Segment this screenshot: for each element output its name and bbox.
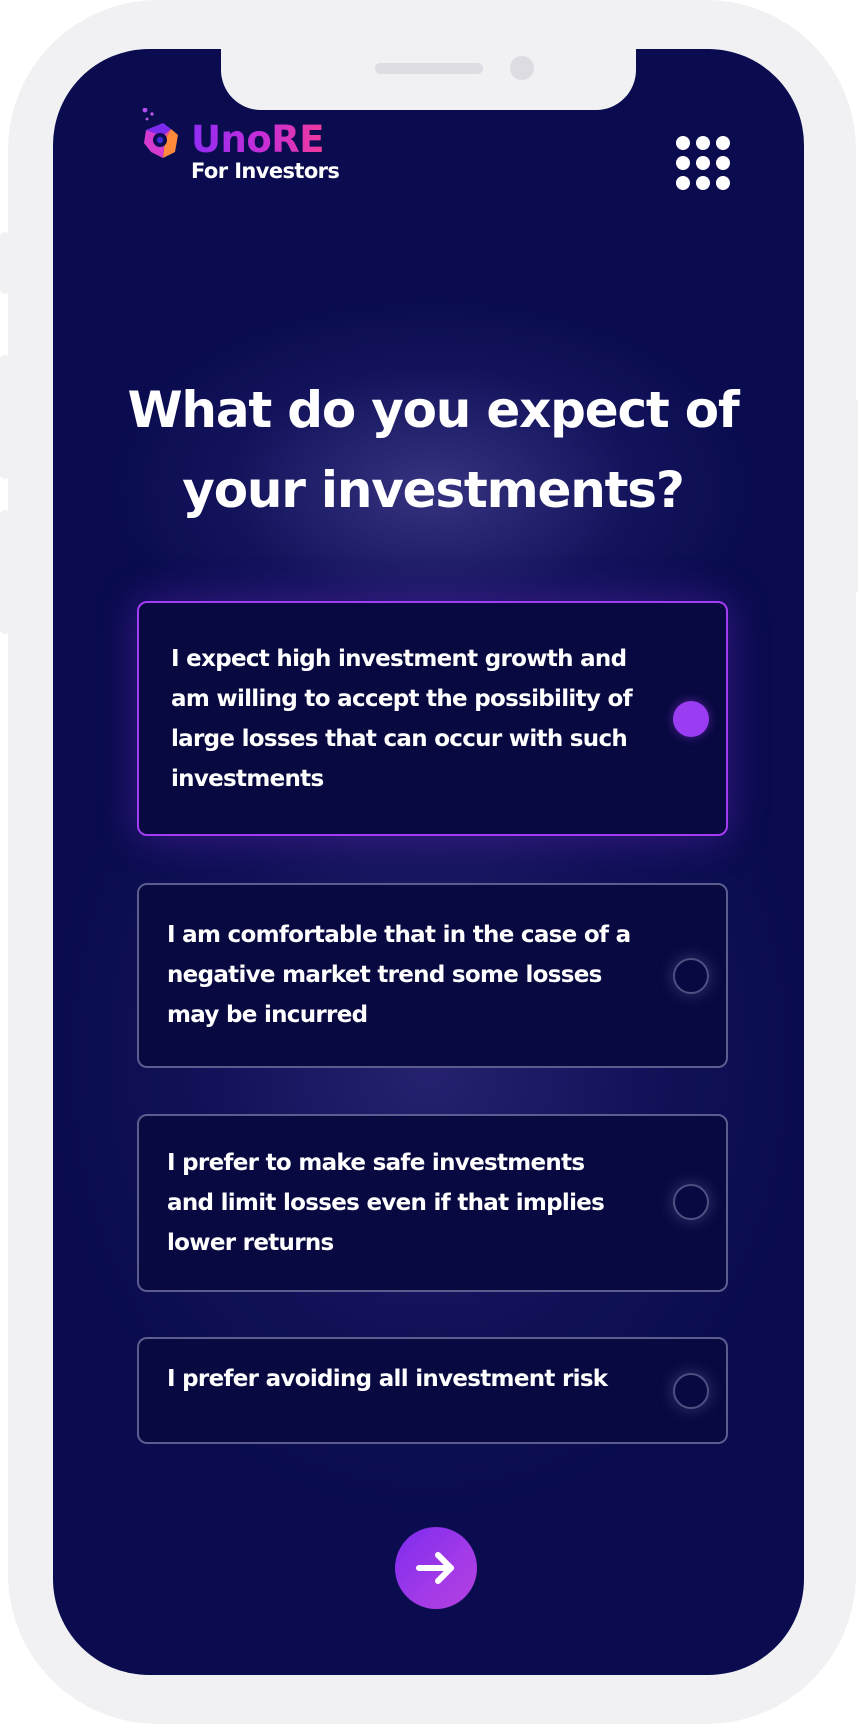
- option-label-line: I prefer avoiding all investment risk: [167, 1366, 608, 1392]
- phone-side-button: [0, 232, 10, 294]
- grid-dot: [716, 176, 730, 190]
- option-label: I am comfortable that in the case of a n…: [167, 915, 637, 1035]
- question-line: What do you expect of: [127, 381, 739, 439]
- logo-mark-icon: [142, 108, 178, 158]
- radio-unselected[interactable]: [673, 1184, 709, 1220]
- grid-dot: [696, 176, 710, 190]
- radio-unselected[interactable]: [673, 1373, 709, 1409]
- phone-side-button: [0, 355, 10, 479]
- option-safe-investments[interactable]: I prefer to make safe investments and li…: [137, 1114, 728, 1292]
- option-label-line: lower returns: [167, 1230, 334, 1256]
- speaker-grille: [375, 63, 483, 74]
- option-label-line: large losses that can occur with such: [171, 726, 628, 752]
- phone-notch: [221, 49, 636, 110]
- arrow-right-icon: [416, 1552, 454, 1584]
- option-label-line: I expect high investment growth and: [171, 646, 627, 672]
- next-button[interactable]: [395, 1527, 477, 1609]
- question-line: your investments?: [182, 461, 685, 519]
- grid-dot: [696, 156, 710, 170]
- logo-title: UnoRE: [191, 118, 325, 161]
- grid-dot: [676, 156, 690, 170]
- grid-dot: [716, 156, 730, 170]
- phone-side-button: [848, 398, 858, 594]
- logo-subtitle: For Investors: [191, 159, 340, 183]
- option-high-growth[interactable]: I expect high investment growth and am w…: [137, 601, 728, 836]
- option-label: I prefer avoiding all investment risk: [167, 1359, 637, 1399]
- radio-selected[interactable]: [673, 701, 709, 737]
- radio-unselected[interactable]: [673, 958, 709, 994]
- grid-dot: [696, 136, 710, 150]
- option-label-line: I am comfortable that in the case of a: [167, 922, 631, 948]
- option-avoid-risk[interactable]: I prefer avoiding all investment risk: [137, 1337, 728, 1444]
- question-title: What do you expect of your investments?: [108, 370, 758, 530]
- option-label-line: and limit losses even if that implies: [167, 1190, 605, 1216]
- option-label-line: may be incurred: [167, 1002, 368, 1028]
- front-camera: [510, 56, 534, 80]
- option-label-line: I prefer to make safe investments: [167, 1150, 585, 1176]
- option-label-line: am willing to accept the possibility of: [171, 686, 633, 712]
- option-label: I prefer to make safe investments and li…: [167, 1143, 637, 1263]
- logo[interactable]: UnoRE For Investors: [141, 108, 371, 188]
- option-label-line: negative market trend some losses: [167, 962, 602, 988]
- menu-button[interactable]: [676, 136, 730, 190]
- phone-side-button: [0, 510, 10, 634]
- option-label: I expect high investment growth and am w…: [171, 639, 641, 799]
- option-label-line: investments: [171, 766, 324, 792]
- grid-dot: [676, 136, 690, 150]
- grid-dot: [716, 136, 730, 150]
- grid-dot: [676, 176, 690, 190]
- option-some-losses[interactable]: I am comfortable that in the case of a n…: [137, 883, 728, 1068]
